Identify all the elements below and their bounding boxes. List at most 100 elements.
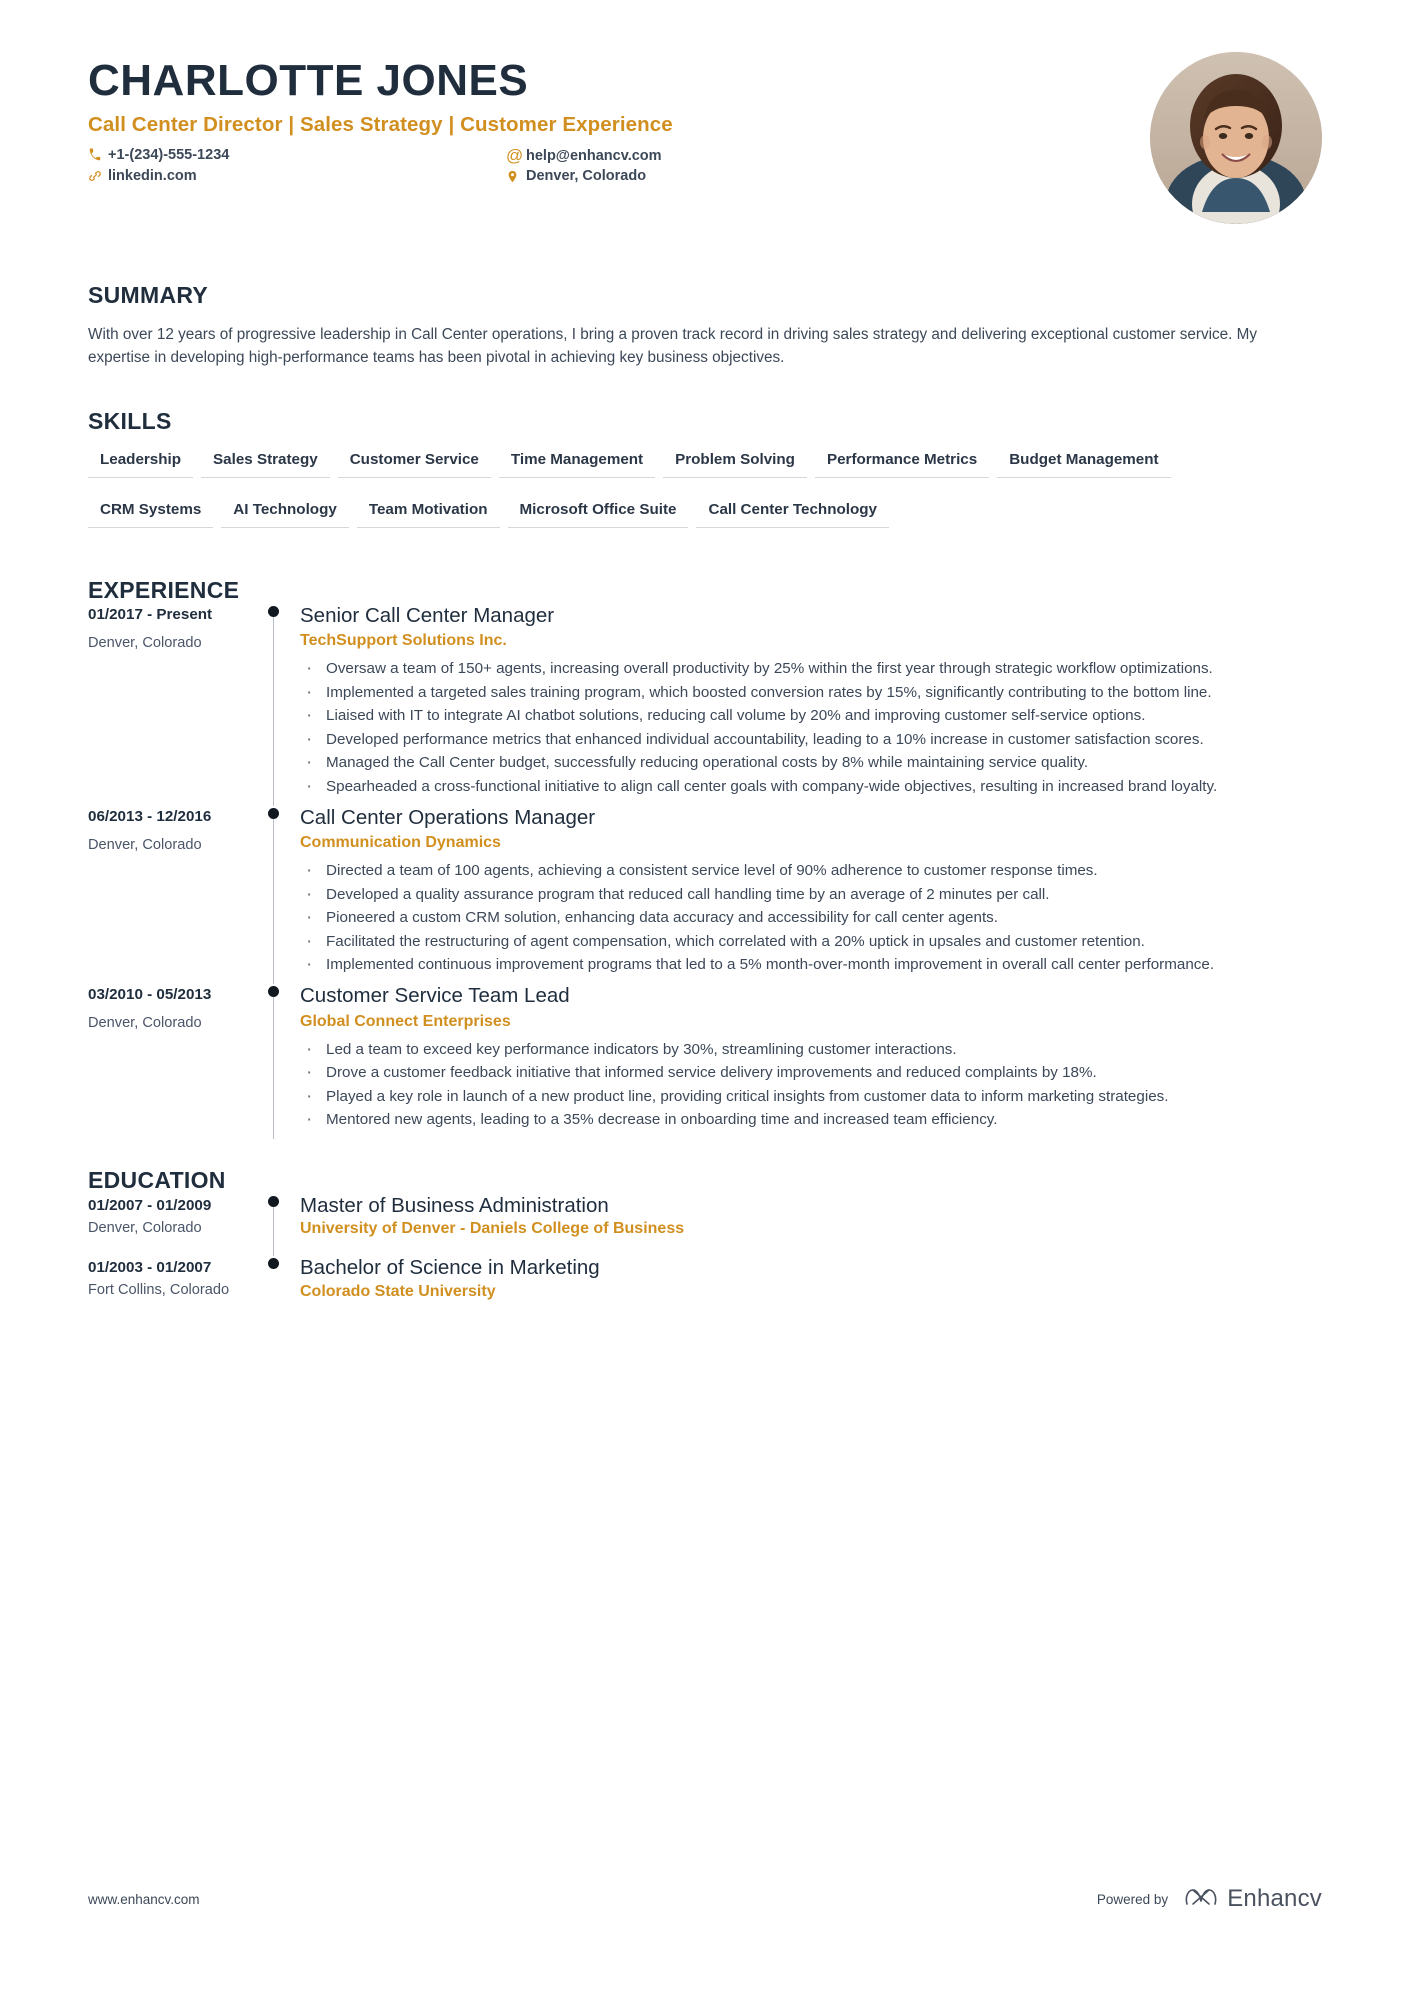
timeline-rail <box>256 604 292 806</box>
experience-bullets: Directed a team of 100 agents, achieving… <box>300 858 1300 979</box>
bullet-item: Managed the Call Center budget, successf… <box>300 750 1300 776</box>
experience-entry-body: Senior Call Center Manager TechSupport S… <box>292 604 1300 806</box>
timeline-dot <box>268 807 279 819</box>
timeline-line <box>273 1201 275 1257</box>
skills-section-title: SKILLS <box>88 407 172 434</box>
bullet-item: Pioneered a custom CRM solution, enhanci… <box>300 905 1300 931</box>
link-icon <box>88 169 108 183</box>
bullet-item: Liaised with IT to integrate AI chatbot … <box>300 703 1300 729</box>
summary-section-title: SUMMARY <box>88 282 209 308</box>
footer-branding: Powered by Enhancv <box>1097 1885 1322 1913</box>
bullet-item: Played a key role in launch of a new pro… <box>300 1084 1300 1110</box>
experience-company: TechSupport Solutions Inc. <box>300 632 507 650</box>
contact-phone[interactable]: +1-(234)-555-1234 <box>88 147 506 163</box>
contact-website[interactable]: linkedin.com <box>88 168 506 184</box>
phone-icon <box>88 148 108 162</box>
education-section-title: EDUCATION <box>88 1166 226 1193</box>
resume-page: CHARLOTTE JONES Call Center Director | S… <box>0 0 1410 1995</box>
bullet-item: Developed a quality assurance program th… <box>300 882 1300 908</box>
experience-entry-meta: 01/2017 - Present Denver, Colorado <box>88 604 256 806</box>
contact-details: +1-(234)-555-1234 @ help@enhancv.com lin… <box>88 147 788 184</box>
skills-list: Leadership Sales Strategy Customer Servi… <box>88 451 1268 551</box>
section-skills: SKILLS Leadership Sales Strategy Custome… <box>88 408 1322 551</box>
contact-phone-text: +1-(234)-555-1234 <box>108 147 230 164</box>
contact-row-1: +1-(234)-555-1234 @ help@enhancv.com <box>88 147 788 164</box>
bullet-item: Spearheaded a cross-functional initiativ… <box>300 774 1300 800</box>
timeline-dot <box>268 1195 279 1207</box>
contact-row-2: linkedin.com Denver, Colorado <box>88 168 788 184</box>
experience-company: Global Connect Enterprises <box>300 1012 511 1030</box>
experience-bullets: Led a team to exceed key performance ind… <box>300 1037 1300 1134</box>
education-location: Denver, Colorado <box>88 1219 202 1236</box>
bullet-item: Mentored new agents, leading to a 35% de… <box>300 1107 1300 1133</box>
education-degree: Master of Business Administration <box>300 1193 609 1217</box>
section-summary: SUMMARY With over 12 years of progressiv… <box>88 282 1322 370</box>
section-experience: EXPERIENCE 01/2017 - Present Denver, Col… <box>88 577 1322 1139</box>
bullet-item: Facilitated the restructuring of agent c… <box>300 929 1300 955</box>
contact-location-text: Denver, Colorado <box>526 168 647 185</box>
experience-entry: 01/2017 - Present Denver, Colorado Senio… <box>88 604 1322 806</box>
experience-location: Denver, Colorado <box>88 836 202 853</box>
skill-tag: Budget Management <box>997 451 1171 478</box>
education-entry: 01/2007 - 01/2009 Denver, Colorado Maste… <box>88 1194 1322 1257</box>
section-education: EDUCATION 01/2007 - 01/2009 Denver, Colo… <box>88 1167 1322 1319</box>
skill-tag: Sales Strategy <box>201 451 330 478</box>
education-school: University of Denver - Daniels College o… <box>300 1220 685 1238</box>
contact-email-text: help@enhancv.com <box>526 147 662 164</box>
experience-entry-meta: 03/2010 - 05/2013 Denver, Colorado <box>88 984 256 1139</box>
experience-job-title: Customer Service Team Lead <box>300 983 570 1007</box>
skill-tag: Leadership <box>88 451 194 478</box>
skill-tag: Team Motivation <box>356 501 500 528</box>
experience-bullets: Oversaw a team of 150+ agents, increasin… <box>300 656 1300 800</box>
education-entry-body: Bachelor of Science in Marketing Colorad… <box>292 1256 1300 1319</box>
contact-website-text: linkedin.com <box>108 168 197 185</box>
timeline-dot <box>268 1258 279 1270</box>
contact-email[interactable]: @ help@enhancv.com <box>506 147 662 164</box>
experience-entry: 03/2010 - 05/2013 Denver, Colorado Custo… <box>88 984 1322 1139</box>
experience-location: Denver, Colorado <box>88 634 202 651</box>
summary-text: With over 12 years of progressive leader… <box>88 326 1258 367</box>
bullet-item: Implemented a targeted sales training pr… <box>300 680 1300 706</box>
skill-tag: AI Technology <box>221 501 349 528</box>
experience-entry: 06/2013 - 12/2016 Denver, Colorado Call … <box>88 806 1322 984</box>
skill-tag: CRM Systems <box>88 501 214 528</box>
timeline-line <box>273 991 275 1139</box>
experience-date: 06/2013 - 12/2016 <box>88 807 212 825</box>
bullet-item: Directed a team of 100 agents, achieving… <box>300 858 1300 884</box>
candidate-name: CHARLOTTE JONES <box>88 56 529 105</box>
bullet-item: Developed performance metrics that enhan… <box>300 727 1300 753</box>
education-entry-meta: 01/2003 - 01/2007 Fort Collins, Colorado <box>88 1256 256 1319</box>
education-location: Fort Collins, Colorado <box>88 1282 230 1299</box>
powered-by-label: Powered by <box>1096 1891 1169 1907</box>
timeline-line <box>273 611 275 806</box>
skill-tag: Call Center Technology <box>696 501 889 528</box>
bullet-item: Implemented continuous improvement progr… <box>300 952 1300 978</box>
education-date: 01/2003 - 01/2007 <box>88 1259 212 1277</box>
map-pin-icon <box>506 169 526 184</box>
experience-date: 03/2010 - 05/2013 <box>88 985 212 1003</box>
skill-tag: Problem Solving <box>663 451 807 478</box>
bullet-item: Led a team to exceed key performance ind… <box>300 1037 1300 1063</box>
experience-entry-meta: 06/2013 - 12/2016 Denver, Colorado <box>88 806 256 984</box>
timeline-rail <box>256 1194 292 1257</box>
resume-footer: www.enhancv.com Powered by Enhancv <box>88 1885 1322 1913</box>
skill-tag: Performance Metrics <box>814 451 990 478</box>
experience-job-title: Call Center Operations Manager <box>300 805 596 829</box>
at-icon: @ <box>506 146 524 166</box>
education-degree: Bachelor of Science in Marketing <box>300 1256 600 1280</box>
skill-tag: Customer Service <box>337 451 491 478</box>
education-date: 01/2007 - 01/2009 <box>88 1196 212 1214</box>
enhancv-brand-name: Enhancv <box>1227 1885 1322 1912</box>
experience-job-title: Senior Call Center Manager <box>300 603 555 627</box>
timeline-dot <box>268 605 279 617</box>
timeline-dot <box>268 985 279 997</box>
bullet-item: Drove a customer feedback initiative tha… <box>300 1060 1300 1086</box>
experience-entry-body: Customer Service Team Lead Global Connec… <box>292 984 1300 1139</box>
skill-tag: Time Management <box>498 451 656 478</box>
profile-photo <box>1150 52 1322 224</box>
experience-section-title: EXPERIENCE <box>88 576 240 603</box>
enhancv-brand: Enhancv <box>1184 1885 1322 1913</box>
enhancv-logo-icon <box>1184 1886 1218 1913</box>
timeline-rail <box>256 984 292 1139</box>
footer-website-url[interactable]: www.enhancv.com <box>88 1892 200 1907</box>
